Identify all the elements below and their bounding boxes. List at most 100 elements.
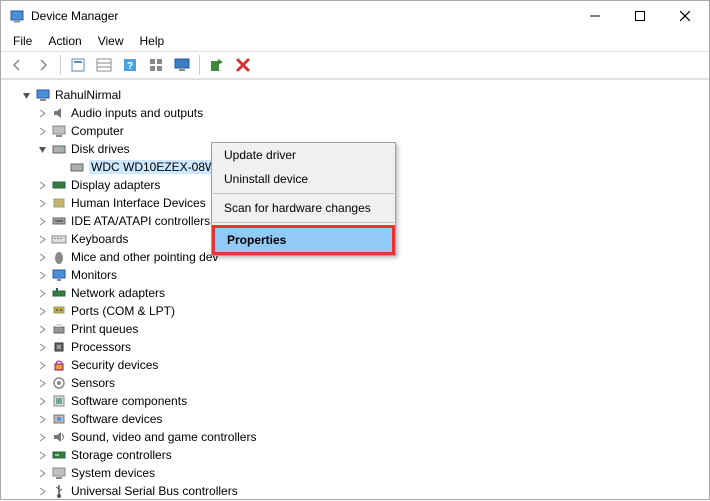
sound-icon xyxy=(51,429,67,445)
node-label: Disk drives xyxy=(71,142,130,156)
disk-icon xyxy=(69,159,85,175)
node-label: Software devices xyxy=(71,412,162,426)
printer-icon xyxy=(51,321,67,337)
chevron-right-icon[interactable] xyxy=(35,412,49,426)
software-icon xyxy=(51,393,67,409)
window-title: Device Manager xyxy=(31,9,572,23)
ctx-separator xyxy=(213,193,394,194)
node-label: System devices xyxy=(71,466,155,480)
tree-category-storage[interactable]: Storage controllers xyxy=(11,446,699,464)
chevron-right-icon[interactable] xyxy=(35,214,49,228)
app-icon xyxy=(9,8,25,24)
node-label: Storage controllers xyxy=(71,448,172,462)
node-label: Processors xyxy=(71,340,131,354)
chevron-down-icon[interactable] xyxy=(35,142,49,156)
toolbar-list-icon[interactable] xyxy=(92,53,116,77)
node-label: Monitors xyxy=(71,268,117,282)
tree-category-security[interactable]: Security devices xyxy=(11,356,699,374)
tree-category-sensors[interactable]: Sensors xyxy=(11,374,699,392)
display-adapter-icon xyxy=(51,177,67,193)
network-icon xyxy=(51,285,67,301)
node-label: Mice and other pointing dev xyxy=(71,250,218,264)
tree-category-usb[interactable]: Universal Serial Bus controllers xyxy=(11,482,699,500)
back-button[interactable] xyxy=(5,53,29,77)
node-label: Print queues xyxy=(71,322,138,336)
toolbar: ? xyxy=(1,51,709,79)
node-label: Ports (COM & LPT) xyxy=(71,304,175,318)
svg-text:?: ? xyxy=(127,61,133,72)
node-label: Audio inputs and outputs xyxy=(71,106,203,120)
ctx-properties[interactable]: Properties xyxy=(215,228,392,252)
tree-category-system[interactable]: System devices xyxy=(11,464,699,482)
chevron-right-icon[interactable] xyxy=(35,448,49,462)
device-tree[interactable]: RahulNirmal Audio inputs and outputs Com… xyxy=(1,79,709,501)
tree-category-swdev[interactable]: Software devices xyxy=(11,410,699,428)
ctx-update-driver[interactable]: Update driver xyxy=(212,143,395,167)
chevron-right-icon[interactable] xyxy=(35,250,49,264)
keyboard-icon xyxy=(51,231,67,247)
chevron-right-icon[interactable] xyxy=(35,196,49,210)
chevron-right-icon[interactable] xyxy=(35,232,49,246)
chevron-right-icon[interactable] xyxy=(35,106,49,120)
menu-help[interactable]: Help xyxy=(132,32,173,50)
menu-file[interactable]: File xyxy=(5,32,40,50)
tree-category-sound[interactable]: Sound, video and game controllers xyxy=(11,428,699,446)
toolbar-grid-icon[interactable] xyxy=(144,53,168,77)
node-label: Computer xyxy=(71,124,124,138)
ctx-uninstall-device[interactable]: Uninstall device xyxy=(212,167,395,191)
delete-icon[interactable] xyxy=(231,53,255,77)
node-label: Network adapters xyxy=(71,286,165,300)
pc-icon xyxy=(51,123,67,139)
chevron-right-icon[interactable] xyxy=(35,178,49,192)
toolbar-search-icon[interactable] xyxy=(66,53,90,77)
chevron-right-icon[interactable] xyxy=(35,394,49,408)
no-expander xyxy=(53,160,67,174)
usb-icon xyxy=(51,483,67,499)
minimize-button[interactable] xyxy=(572,2,617,30)
tree-category-ports[interactable]: Ports (COM & LPT) xyxy=(11,302,699,320)
chevron-right-icon[interactable] xyxy=(35,322,49,336)
maximize-button[interactable] xyxy=(617,2,662,30)
menubar: File Action View Help xyxy=(1,31,709,51)
tree-category-monitors[interactable]: Monitors xyxy=(11,266,699,284)
tree-category-processors[interactable]: Processors xyxy=(11,338,699,356)
close-button[interactable] xyxy=(662,2,707,30)
sensor-icon xyxy=(51,375,67,391)
menu-action[interactable]: Action xyxy=(40,32,89,50)
node-label: RahulNirmal xyxy=(55,88,121,102)
node-label: Sound, video and game controllers xyxy=(71,430,256,444)
tree-category-network[interactable]: Network adapters xyxy=(11,284,699,302)
chevron-right-icon[interactable] xyxy=(35,304,49,318)
chevron-right-icon[interactable] xyxy=(35,124,49,138)
scan-hardware-icon[interactable] xyxy=(205,53,229,77)
tree-category-printq[interactable]: Print queues xyxy=(11,320,699,338)
tree-category-swcomp[interactable]: Software components xyxy=(11,392,699,410)
tree-category-computer[interactable]: Computer xyxy=(11,122,699,140)
chevron-down-icon[interactable] xyxy=(19,88,33,102)
toolbar-separator xyxy=(199,55,200,75)
ctx-scan-hardware[interactable]: Scan for hardware changes xyxy=(212,196,395,220)
highlight-box: Properties xyxy=(212,225,395,255)
chevron-right-icon[interactable] xyxy=(35,340,49,354)
monitor-icon[interactable] xyxy=(170,53,194,77)
chevron-right-icon[interactable] xyxy=(35,466,49,480)
menu-view[interactable]: View xyxy=(90,32,132,50)
hid-icon xyxy=(51,195,67,211)
storage-controller-icon xyxy=(51,447,67,463)
ctx-separator xyxy=(213,222,394,223)
tree-category-audio[interactable]: Audio inputs and outputs xyxy=(11,104,699,122)
chevron-right-icon[interactable] xyxy=(35,268,49,282)
speaker-icon xyxy=(51,105,67,121)
chevron-right-icon[interactable] xyxy=(35,376,49,390)
port-icon xyxy=(51,303,67,319)
tree-root[interactable]: RahulNirmal xyxy=(11,86,699,104)
forward-button[interactable] xyxy=(31,53,55,77)
mouse-icon xyxy=(51,249,67,265)
disk-icon xyxy=(51,141,67,157)
chevron-right-icon[interactable] xyxy=(35,358,49,372)
chevron-right-icon[interactable] xyxy=(35,430,49,444)
node-label: Display adapters xyxy=(71,178,160,192)
chevron-right-icon[interactable] xyxy=(35,286,49,300)
help-icon[interactable]: ? xyxy=(118,53,142,77)
chevron-right-icon[interactable] xyxy=(35,484,49,498)
